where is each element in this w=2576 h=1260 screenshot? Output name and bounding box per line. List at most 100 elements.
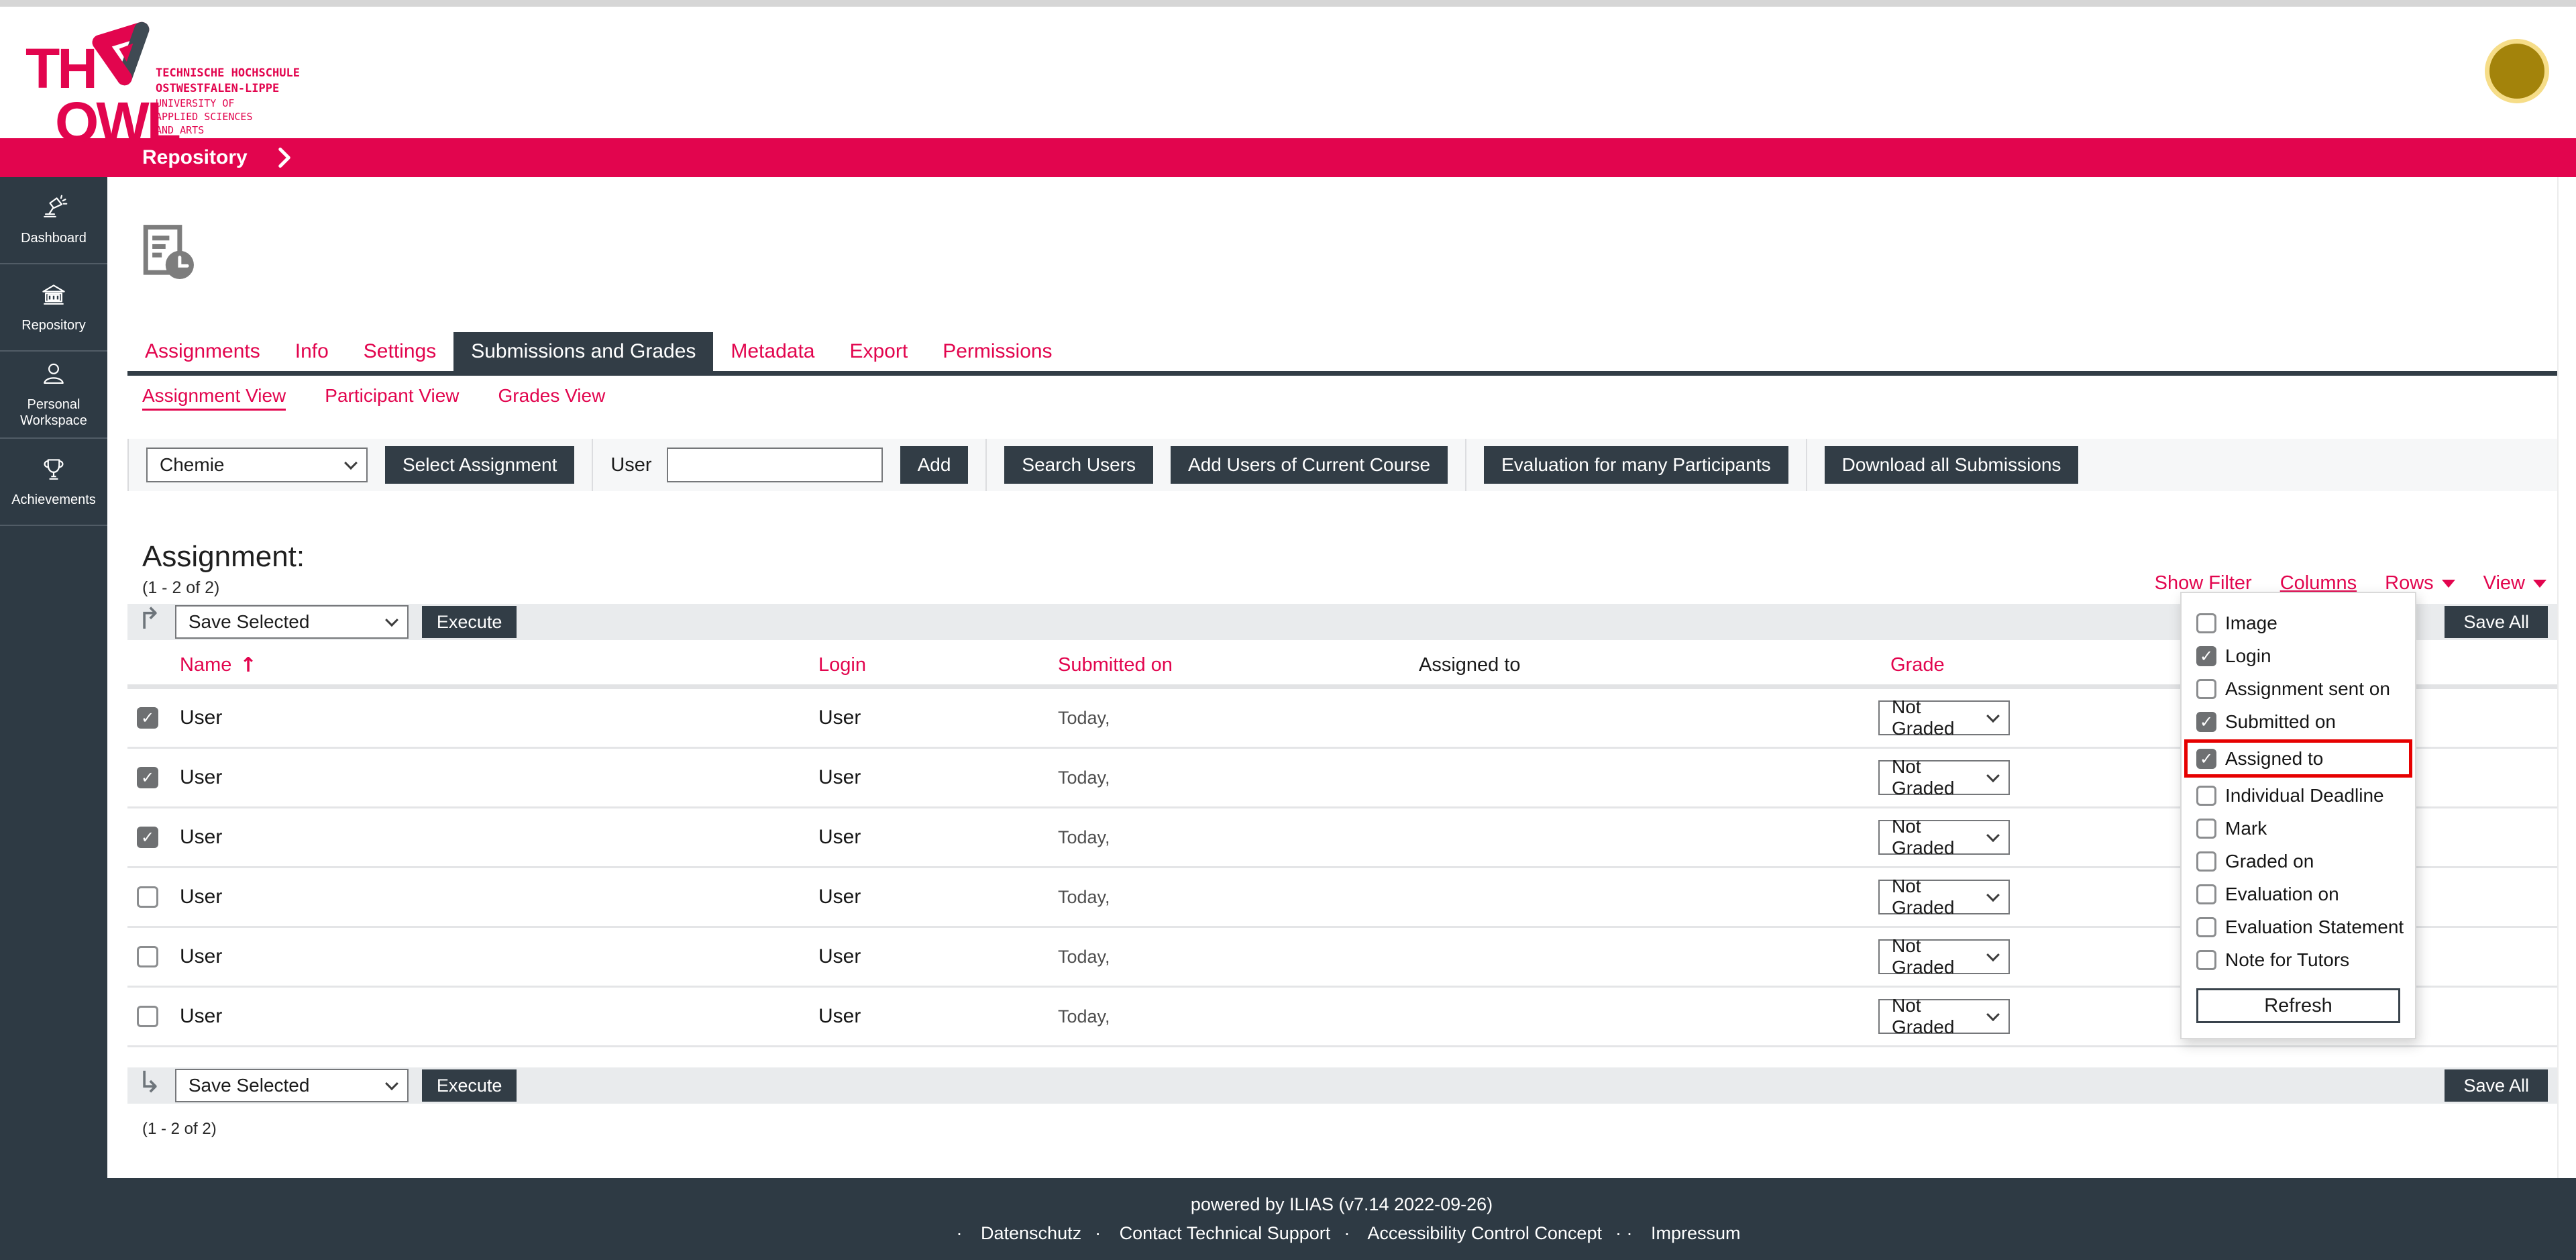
column-checkbox[interactable] <box>2196 645 2216 666</box>
download-all-submissions-button[interactable]: Download all Submissions <box>1824 446 2079 484</box>
grade-select[interactable]: Not Graded <box>1878 696 2010 739</box>
caret-down-icon <box>2533 579 2546 588</box>
column-checkbox[interactable] <box>2196 711 2216 732</box>
columns-dropdown-item[interactable]: Note for Tutors <box>2182 943 2415 976</box>
view-link[interactable]: View <box>2483 572 2546 594</box>
chevron-down-icon <box>1986 769 2000 783</box>
grade-select[interactable]: Not Graded <box>1878 995 2010 1037</box>
th-owl-logo[interactable]: TH OWL TECHNISCHE HOCHSCHULE OSTWESTFALE… <box>24 19 339 153</box>
footer-link[interactable]: Impressum <box>1651 1223 1741 1243</box>
save-selected-value: Save Selected <box>188 1075 310 1096</box>
columns-dropdown-item[interactable]: Evaluation on <box>2182 878 2415 910</box>
subtab[interactable]: Grades View <box>498 385 606 411</box>
wordmark-line5: AND ARTS <box>156 124 205 136</box>
search-users-button[interactable]: Search Users <box>1004 446 1154 484</box>
user-avatar[interactable] <box>2485 39 2549 103</box>
assignment-heading-row: Assignment: (1 - 2 of 2) Show Filter Col… <box>142 539 2557 600</box>
grade-select[interactable]: Not Graded <box>1878 935 2010 978</box>
columns-dropdown-item[interactable]: Submitted on <box>2182 705 2415 738</box>
subtab[interactable]: Participant View <box>325 385 459 411</box>
grade-select-value: Not Graded <box>1892 935 1955 978</box>
sidebar-item-achievements[interactable]: Achievements <box>0 439 107 526</box>
wordmark-line3: UNIVERSITY OF <box>156 97 235 109</box>
columns-dropdown-item[interactable]: Image <box>2182 607 2415 639</box>
column-checkbox[interactable] <box>2196 884 2216 904</box>
footer-link-group: · · Impressum <box>1602 1223 1741 1244</box>
select-assignment-button[interactable]: Select Assignment <box>385 446 575 484</box>
save-selected-select-bottom[interactable]: Save Selected <box>174 1069 409 1102</box>
column-checkbox[interactable] <box>2196 916 2216 937</box>
tab[interactable]: Info <box>278 332 346 371</box>
save-all-button-top[interactable]: Save All <box>2445 606 2548 638</box>
column-checkbox-label: Image <box>2225 612 2277 633</box>
row-checkbox[interactable] <box>137 946 158 967</box>
column-checkbox[interactable] <box>2196 949 2216 970</box>
row-checkbox[interactable] <box>137 827 158 848</box>
assignment-select[interactable]: Chemie <box>146 448 368 482</box>
footer-link[interactable]: Accessibility Control Concept <box>1367 1223 1602 1243</box>
execute-button-top[interactable]: Execute <box>421 606 517 638</box>
execute-button-bottom[interactable]: Execute <box>421 1069 517 1102</box>
tab[interactable]: Submissions and Grades <box>453 332 714 371</box>
columns-dropdown-item[interactable]: Evaluation Statement <box>2182 910 2415 943</box>
powered-by-text[interactable]: powered by ILIAS (v7.14 2022-09-26) <box>107 1178 2576 1215</box>
evaluation-many-participants-button[interactable]: Evaluation for many Participants <box>1484 446 1788 484</box>
footer-link[interactable]: Contact Technical Support <box>1120 1223 1331 1243</box>
sidebar-item-dashboard[interactable]: Dashboard <box>0 177 107 264</box>
tab[interactable]: Metadata <box>713 332 832 371</box>
tab-label: Settings <box>363 340 437 362</box>
row-checkbox[interactable] <box>137 767 158 788</box>
tab[interactable]: Permissions <box>925 332 1069 371</box>
columns-dropdown-item[interactable]: Assigned to <box>2184 739 2412 778</box>
columns-dropdown-item[interactable]: Mark <box>2182 812 2415 845</box>
grade-select-value: Not Graded <box>1892 756 1955 798</box>
row-checkbox[interactable] <box>137 707 158 729</box>
footer-link[interactable]: Datenschutz <box>981 1223 1081 1243</box>
columns-dropdown-item[interactable]: Assignment sent on <box>2182 672 2415 705</box>
tab-label: Submissions and Grades <box>471 340 696 362</box>
column-checkbox[interactable] <box>2196 748 2216 769</box>
header: TH OWL TECHNISCHE HOCHSCHULE OSTWESTFALE… <box>0 7 2576 150</box>
logo-th-text: TH <box>25 37 98 100</box>
column-checkbox-label: Individual Deadline <box>2225 784 2384 806</box>
column-checkbox[interactable] <box>2196 613 2216 633</box>
tab[interactable]: Export <box>832 332 925 371</box>
grade-select[interactable]: Not Graded <box>1878 876 2010 918</box>
add-user-button[interactable]: Add <box>900 446 969 484</box>
tab[interactable]: Settings <box>346 332 453 371</box>
grade-select-value: Not Graded <box>1892 995 1955 1037</box>
tab-label: Permissions <box>943 340 1053 362</box>
grade-select[interactable]: Not Graded <box>1878 816 2010 858</box>
refresh-button[interactable]: Refresh <box>2196 988 2400 1023</box>
sidebar-item-repository[interactable]: Repository <box>0 264 107 352</box>
add-users-current-course-button[interactable]: Add Users of Current Course <box>1171 446 1448 484</box>
row-checkbox[interactable] <box>137 1006 158 1027</box>
sidebar: Dashboard Repository Personal Workspace <box>0 177 107 1260</box>
column-header-submitted-on[interactable]: Submitted on <box>1058 654 1419 676</box>
pagination-bottom: (1 - 2 of 2) <box>142 1120 217 1138</box>
column-header-login[interactable]: Login <box>818 654 1058 676</box>
save-selected-select-top[interactable]: Save Selected <box>174 605 409 639</box>
sidebar-item-personal-workspace[interactable]: Personal Workspace <box>0 352 107 439</box>
grade-select-value: Not Graded <box>1892 696 1955 739</box>
columns-dropdown-item[interactable]: Login <box>2182 639 2415 672</box>
wordmark-line2: OSTWESTFALEN-LIPPE <box>156 82 280 95</box>
column-checkbox[interactable] <box>2196 818 2216 839</box>
grade-select[interactable]: Not Graded <box>1878 756 2010 798</box>
footer-dot-separator: · <box>1344 1223 1350 1243</box>
columns-dropdown-item[interactable]: Individual Deadline <box>2182 779 2415 812</box>
column-checkbox[interactable] <box>2196 851 2216 872</box>
chevron-down-icon <box>1986 709 2000 723</box>
save-all-button-bottom[interactable]: Save All <box>2445 1069 2548 1102</box>
column-header-name[interactable]: Name ↑ <box>180 653 818 677</box>
tab[interactable]: Assignments <box>127 332 278 371</box>
user-input[interactable] <box>666 448 883 482</box>
row-checkbox[interactable] <box>137 886 158 908</box>
chevron-down-icon <box>1986 948 2000 962</box>
tab-bar: Assignments Info Settings Submissions an… <box>127 332 2557 376</box>
column-checkbox[interactable] <box>2196 785 2216 806</box>
grade-select-value: Not Graded <box>1892 816 1955 858</box>
subtab[interactable]: Assignment View <box>142 385 286 411</box>
columns-dropdown-item[interactable]: Graded on <box>2182 845 2415 878</box>
column-checkbox[interactable] <box>2196 678 2216 699</box>
